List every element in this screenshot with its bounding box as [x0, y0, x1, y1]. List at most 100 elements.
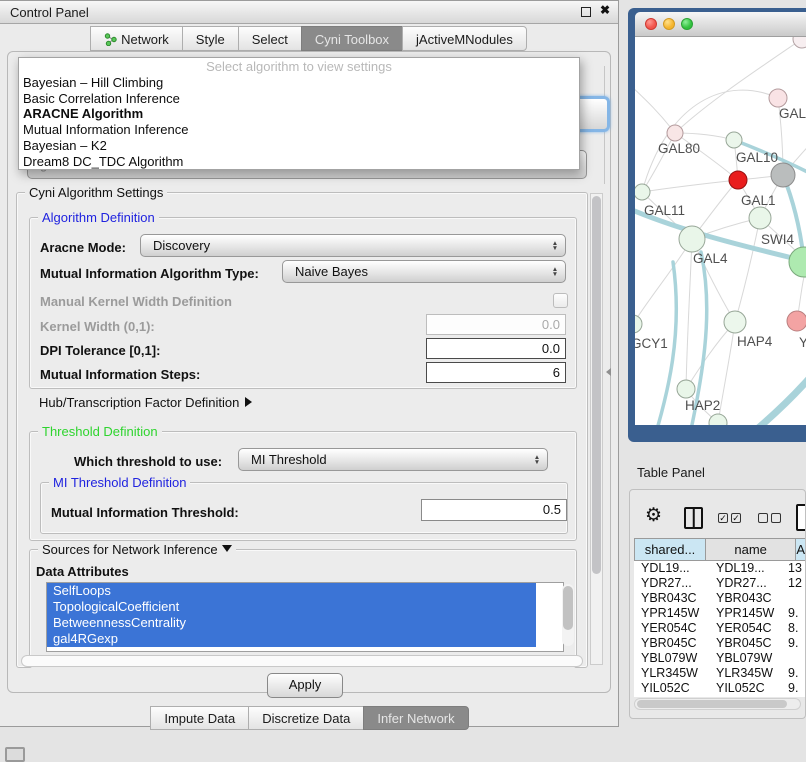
network-canvas[interactable]: GALGAL80GAL10GAL1GAL11SWI4GAL4GCY1HAP4YH… — [635, 37, 806, 425]
list-item[interactable]: SelfLoops — [47, 583, 536, 599]
mi-threshold-label: Mutual Information Threshold: — [51, 505, 239, 520]
tab[interactable]: Select — [238, 26, 302, 51]
tab[interactable]: jActiveMNodules — [402, 26, 527, 51]
close-light-icon[interactable] — [645, 18, 657, 30]
table-column-header[interactable]: shared... — [635, 539, 706, 560]
dropdown-item[interactable]: ARACNE Algorithm — [19, 106, 579, 122]
mi-threshold-input[interactable]: 0.5 — [421, 499, 567, 521]
network-edge[interactable] — [642, 180, 738, 192]
network-window-titlebar[interactable] — [635, 12, 806, 37]
combo-arrows-icon: ▲▼ — [547, 241, 565, 251]
minimize-light-icon[interactable] — [663, 18, 675, 30]
table-row[interactable]: YIL052C YIL052C 9. — [634, 681, 806, 696]
network-node[interactable] — [679, 226, 705, 252]
float-window-icon[interactable] — [581, 7, 591, 17]
network-node[interactable] — [771, 163, 795, 187]
checked-boxes-icon[interactable]: ✓✓ — [718, 513, 741, 523]
network-node[interactable] — [749, 207, 771, 229]
expander-expanded-icon[interactable] — [222, 545, 232, 552]
manual-kernel-checkbox[interactable] — [553, 293, 568, 308]
network-edge[interactable] — [635, 239, 692, 324]
data-attributes-list[interactable]: SelfLoops TopologicalCoefficient Between… — [46, 582, 564, 652]
mi-threshold-legend: MI Threshold Definition — [49, 475, 190, 490]
which-threshold-combo[interactable]: MI Threshold ▲▼ — [238, 448, 548, 471]
table-row[interactable]: YER054C YER054C 8. — [634, 621, 806, 636]
tab[interactable]: Cyni Toolbox — [301, 26, 403, 51]
dropdown-item[interactable]: Dream8 DC_TDC Algorithm — [19, 154, 579, 170]
threshold-definition-legend: Threshold Definition — [38, 424, 162, 439]
table-column-header[interactable]: name — [706, 539, 796, 560]
bottom-tab[interactable]: Discretize Data — [248, 706, 364, 730]
dropdown-item[interactable]: Bayesian – Hill Climbing — [19, 75, 579, 91]
table-row[interactable]: YPR145W YPR145W 9. — [634, 606, 806, 621]
bottom-tab[interactable]: Infer Network — [363, 706, 468, 730]
column-layout-icon[interactable] — [684, 507, 703, 529]
hub-factor-expander[interactable]: Hub/Transcription Factor Definition — [39, 395, 252, 410]
table-row[interactable]: YBR045C YBR045C 9. — [634, 636, 806, 651]
network-edge[interactable] — [718, 322, 735, 423]
aracne-mode-combo[interactable]: Discovery ▲▼ — [140, 234, 566, 257]
apply-button[interactable]: Apply — [267, 673, 343, 698]
table-row[interactable]: YBR043C YBR043C — [634, 591, 806, 606]
zoom-light-icon[interactable] — [681, 18, 693, 30]
network-node-label: GCY1 — [635, 336, 668, 351]
network-node[interactable] — [709, 414, 727, 425]
list-item[interactable]: gal4RGexp — [47, 631, 536, 647]
mi-type-value: Naive Bayes — [283, 264, 547, 279]
network-node[interactable] — [793, 37, 806, 48]
tab[interactable]: Network — [90, 26, 183, 51]
which-threshold-label: Which threshold to use: — [74, 454, 222, 469]
list-item[interactable]: BetweennessCentrality — [47, 615, 536, 631]
control-panel-tabs: Network Style — [0, 26, 618, 51]
table-row[interactable]: YDL19... YDL19... 13 — [634, 561, 806, 576]
mi-steps-input[interactable]: 6 — [426, 362, 566, 383]
network-node[interactable] — [635, 184, 650, 200]
float-panel-icon[interactable] — [5, 747, 25, 762]
mi-steps-label: Mutual Information Steps: — [40, 367, 200, 382]
settings-horizontal-scrollbar[interactable] — [21, 655, 583, 667]
dropdown-items: Bayesian – Hill Climbing Basic Correlati… — [19, 75, 579, 169]
list-item[interactable]: TopologicalCoefficient — [47, 599, 536, 615]
split-pane-collapse-handle[interactable] — [606, 368, 611, 376]
network-node[interactable] — [667, 125, 683, 141]
bottom-tab[interactable]: Impute Data — [150, 706, 249, 730]
table-horizontal-scrollbar[interactable] — [634, 698, 801, 710]
list-vertical-scrollbar[interactable] — [562, 584, 574, 646]
network-node[interactable] — [677, 380, 695, 398]
network-edge[interactable] — [686, 322, 735, 389]
cyni-algorithm-settings-group: Cyni Algorithm Settings Algorithm Defini… — [16, 192, 588, 668]
dpi-tolerance-label: DPI Tolerance [0,1]: — [40, 343, 160, 358]
network-edge[interactable] — [686, 239, 692, 389]
file-icon[interactable] — [796, 504, 806, 531]
kernel-width-label: Kernel Width (0,1): — [40, 319, 155, 334]
network-node[interactable] — [787, 311, 806, 331]
network-node[interactable] — [729, 171, 747, 189]
table-column-header[interactable]: A — [796, 539, 806, 560]
network-node[interactable] — [769, 89, 787, 107]
dropdown-item[interactable]: Bayesian – K2 — [19, 138, 579, 154]
network-edge-thick[interactable] — [725, 367, 806, 425]
tab-label: Cyni Toolbox — [315, 32, 389, 47]
table-row[interactable]: YDR27... YDR27... 12 — [634, 576, 806, 591]
kernel-width-input[interactable]: 0.0 — [426, 314, 566, 335]
mi-type-combo[interactable]: Naive Bayes ▲▼ — [282, 260, 566, 283]
dropdown-item[interactable]: Basic Correlation Inference — [19, 91, 579, 107]
combo-arrows-icon: ▲▼ — [547, 267, 565, 277]
unchecked-boxes-icon[interactable] — [758, 513, 781, 523]
network-node[interactable] — [789, 247, 806, 277]
network-edge[interactable] — [635, 82, 675, 133]
table-row[interactable]: YBL079W YBL079W — [634, 651, 806, 666]
gear-icon[interactable]: ⚙ — [645, 507, 662, 525]
close-icon[interactable]: ✖ — [600, 3, 610, 17]
table-row[interactable]: YLR345W YLR345W 9. — [634, 666, 806, 681]
network-node[interactable] — [726, 132, 742, 148]
tab[interactable]: Style — [182, 26, 239, 51]
dropdown-item[interactable]: Mutual Information Inference — [19, 122, 579, 138]
network-node[interactable] — [635, 315, 642, 333]
network-edge[interactable] — [735, 218, 760, 322]
dpi-tolerance-input[interactable]: 0.0 — [426, 338, 566, 359]
network-view-window: GALGAL80GAL10GAL1GAL11SWI4GAL4GCY1HAP4YH… — [628, 8, 806, 442]
network-node[interactable] — [724, 311, 746, 333]
settings-vertical-scrollbar[interactable] — [590, 193, 603, 665]
bottom-tabs: Impute Data Discretize Data Infer Networ… — [0, 706, 620, 730]
